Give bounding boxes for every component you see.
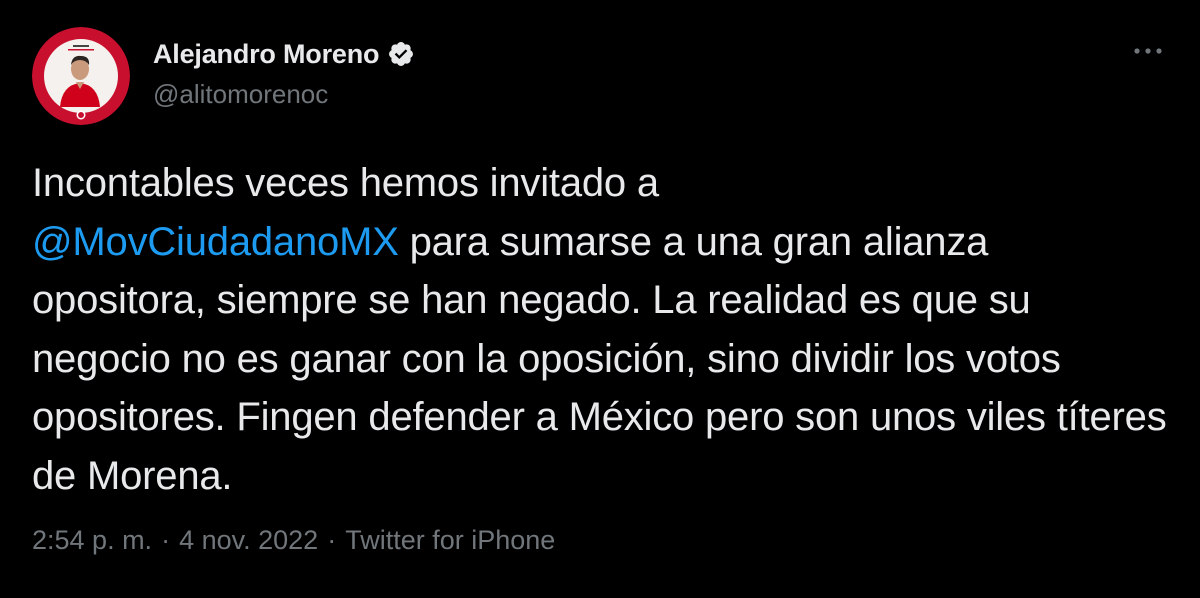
avatar[interactable]: [32, 27, 130, 125]
tweet-text-segment: Incontables veces hemos invitado a: [32, 161, 659, 205]
separator-dot: ·: [161, 525, 171, 555]
avatar-image: [32, 27, 130, 125]
more-horizontal-icon: [1133, 47, 1163, 55]
tweet: Alejandro Moreno @alitomorenoc Incontabl…: [0, 0, 1200, 598]
tweet-timestamp-date[interactable]: 4 nov. 2022: [179, 525, 318, 556]
tweet-text: Incontables veces hemos invitado a @MovC…: [32, 154, 1172, 506]
author-display-name[interactable]: Alejandro Moreno: [153, 39, 380, 70]
separator-dot: ·: [327, 525, 337, 555]
tweet-metadata: 2:54 p. m. · 4 nov. 2022 · Twitter for i…: [32, 525, 555, 556]
tweet-source-link[interactable]: Twitter for iPhone: [345, 525, 555, 556]
verified-badge-icon: [387, 40, 415, 68]
mention-link[interactable]: @MovCiudadanoMX: [32, 220, 399, 264]
more-options-button[interactable]: [1130, 37, 1166, 65]
author-row: Alejandro Moreno: [153, 36, 415, 72]
tweet-timestamp-time[interactable]: 2:54 p. m.: [32, 525, 152, 556]
author-handle[interactable]: @alitomorenoc: [153, 79, 328, 110]
